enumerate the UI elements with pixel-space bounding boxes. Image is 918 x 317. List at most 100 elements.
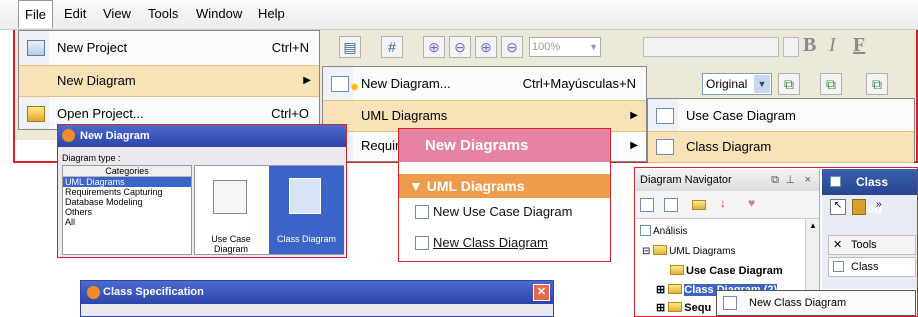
class-icon bbox=[415, 236, 429, 250]
diagram-options: Use Case Diagram Class Diagram bbox=[194, 165, 344, 255]
dialog-title: New Diagram bbox=[80, 130, 150, 142]
bold-button[interactable]: B bbox=[803, 34, 816, 57]
use-case-diagram-icon bbox=[656, 108, 674, 124]
new-class-diagram-popup[interactable]: New Class Diagram bbox=[716, 290, 916, 316]
tree-uml-diagrams[interactable]: ⊟ UML Diagrams bbox=[642, 245, 735, 257]
panel-header: New Diagrams bbox=[399, 129, 610, 162]
option-class[interactable]: Class Diagram bbox=[269, 166, 344, 254]
menu-item-new-project[interactable]: New Project Ctrl+N bbox=[19, 33, 319, 65]
category-uml[interactable]: UML Diagrams bbox=[63, 177, 191, 187]
diagram-type-icon[interactable] bbox=[664, 198, 678, 212]
new-diagram-icon: ✸ bbox=[331, 76, 359, 94]
palette-toolbar: ↖ » bbox=[822, 195, 917, 223]
new-project-icon bbox=[27, 40, 45, 56]
align-icon[interactable]: ⧉ bbox=[778, 73, 800, 95]
menu-window[interactable]: Window bbox=[190, 0, 248, 28]
expand-icon: ⊞ bbox=[656, 284, 666, 296]
filter-icon[interactable]: ♥ bbox=[748, 196, 755, 210]
tree-sequence[interactable]: ⊞ Sequ bbox=[656, 301, 711, 314]
close-icon[interactable]: ✕ bbox=[533, 284, 550, 301]
zoom-combo[interactable]: 100% ▼ bbox=[529, 37, 601, 57]
lock-icon[interactable] bbox=[852, 199, 866, 215]
submenu-arrow-icon: ▶ bbox=[630, 140, 638, 151]
menu-file[interactable]: File bbox=[18, 0, 53, 28]
submenu-arrow-icon: ▶ bbox=[630, 110, 638, 121]
align-dropdown-icon[interactable]: ⧉ bbox=[820, 73, 842, 95]
category-requirements[interactable]: Requirements Capturing bbox=[63, 187, 191, 197]
new-diagram-dialog: New Diagram Diagram type : Categories UM… bbox=[57, 124, 347, 258]
close-icon[interactable]: × bbox=[805, 169, 811, 191]
dialog-title: Class Specification bbox=[103, 286, 204, 298]
file-menu: New Project Ctrl+N New Diagram ▶ Open Pr… bbox=[18, 30, 320, 130]
menu-edit[interactable]: Edit bbox=[58, 0, 92, 28]
navigator-toolbar: ↓ ♥ bbox=[636, 191, 819, 219]
class-diagram-titlebar: Class Diag bbox=[822, 169, 917, 215]
category-database[interactable]: Database Modeling bbox=[63, 197, 191, 207]
dialog-titlebar: Class Specification ✕ bbox=[81, 281, 553, 304]
folder-icon bbox=[670, 265, 684, 275]
font-color-button[interactable]: F bbox=[853, 34, 865, 57]
select-tool-icon[interactable]: ↖ bbox=[830, 199, 846, 215]
menu-item-use-case-diagram[interactable]: Use Case Diagram bbox=[648, 101, 914, 133]
collapse-icon: ⊟ bbox=[642, 246, 651, 257]
uml-section-header[interactable]: ▼ UML Diagrams bbox=[399, 174, 610, 198]
toolbar-row-1: ▤ # ⊕ ⊖ ⊕ ⊖ 100% ▼ B I F bbox=[325, 34, 915, 62]
diagram-icon bbox=[830, 176, 841, 187]
folder-icon bbox=[653, 245, 668, 255]
new-diagram-icon[interactable] bbox=[640, 198, 654, 212]
distribute-icon[interactable]: ⧉ bbox=[866, 73, 888, 95]
pin-icon[interactable]: ⊥ bbox=[785, 169, 795, 191]
folder-icon[interactable] bbox=[692, 200, 706, 210]
palette-class[interactable]: Class bbox=[828, 257, 916, 277]
diagram-type-label: Diagram type : bbox=[62, 153, 121, 163]
class-option-icon bbox=[289, 178, 321, 214]
scroll-up-icon[interactable]: ▲ bbox=[809, 221, 817, 230]
category-header: Categories bbox=[63, 166, 191, 177]
page-icon[interactable]: ▤ bbox=[339, 36, 361, 58]
original-select-value: Original bbox=[706, 77, 748, 91]
zoom-in-icon[interactable]: ⊕ bbox=[423, 36, 445, 58]
menu-view[interactable]: View bbox=[97, 0, 137, 28]
use-case-option-icon bbox=[213, 180, 247, 214]
float-icon[interactable]: ⧉ bbox=[771, 169, 779, 191]
menu-item-new-diagram-dialog[interactable]: ✸ New Diagram... Ctrl+Mayúsculas+N bbox=[323, 69, 646, 101]
expand-icon: ⊞ bbox=[656, 302, 666, 314]
palette-tools[interactable]: ✕ Tools bbox=[828, 235, 916, 255]
tree-use-case-diagram[interactable]: Use Case Diagram bbox=[670, 265, 783, 277]
project-icon bbox=[640, 225, 651, 236]
class-diagram-icon bbox=[723, 296, 737, 310]
zoom-fit-icon[interactable]: ⊕ bbox=[475, 36, 497, 58]
category-others[interactable]: Others bbox=[63, 207, 191, 217]
menu-tools[interactable]: Tools bbox=[142, 0, 184, 28]
new-class-diagram-link[interactable]: New Class Diagram bbox=[415, 235, 548, 250]
navigator-titlebar: Diagram Navigator ⧉ ⊥ × bbox=[636, 169, 819, 191]
grid-icon[interactable]: # bbox=[381, 36, 403, 58]
use-case-icon bbox=[415, 205, 429, 219]
folder-icon bbox=[668, 284, 683, 294]
tree-root[interactable]: Análisis bbox=[640, 225, 687, 237]
menu-help[interactable]: Help bbox=[252, 0, 291, 28]
menubar: File Edit View Tools Window Help bbox=[0, 0, 918, 30]
class-diagram-icon bbox=[656, 139, 674, 155]
menu-item-class-diagram[interactable]: Class Diagram bbox=[648, 131, 914, 163]
original-select[interactable]: Original ▼ bbox=[702, 73, 772, 95]
size-combo[interactable] bbox=[783, 37, 799, 57]
italic-button[interactable]: I bbox=[829, 34, 836, 57]
new-use-case-diagram-link[interactable]: New Use Case Diagram bbox=[415, 204, 572, 219]
app-logo-icon bbox=[87, 286, 100, 299]
option-use-case[interactable]: Use Case Diagram bbox=[195, 166, 267, 254]
chevron-down-icon: ▼ bbox=[754, 75, 770, 93]
menu-item-new-diagram[interactable]: New Diagram ▶ bbox=[19, 65, 319, 97]
app-logo-icon bbox=[62, 129, 75, 142]
class-specification-dialog: Class Specification ✕ bbox=[80, 280, 554, 317]
categories-list[interactable]: Categories UML Diagrams Requirements Cap… bbox=[62, 165, 192, 255]
navigator-title: Diagram Navigator bbox=[640, 174, 732, 186]
folder-icon bbox=[668, 302, 683, 312]
chevron-icon[interactable]: » bbox=[876, 199, 882, 210]
sort-icon[interactable]: ↓ bbox=[720, 196, 726, 210]
zoom-actual-icon[interactable]: ⊖ bbox=[501, 36, 523, 58]
zoom-out-icon[interactable]: ⊖ bbox=[449, 36, 471, 58]
tools-icon: ✕ bbox=[833, 239, 843, 251]
category-all[interactable]: All bbox=[63, 217, 191, 227]
font-combo[interactable] bbox=[643, 37, 779, 57]
